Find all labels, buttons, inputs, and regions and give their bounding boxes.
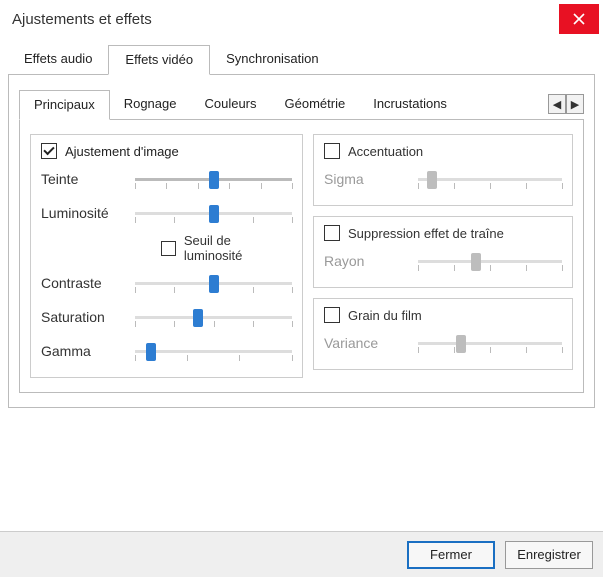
sharpen-checkbox[interactable] (324, 143, 340, 159)
outer-tab-strip: Effets audio Effets vidéo Synchronisatio… (8, 44, 595, 75)
sigma-slider[interactable] (418, 169, 562, 189)
chevron-right-icon: ▶ (571, 98, 579, 111)
save-button[interactable]: Enregistrer (505, 541, 593, 569)
grain-label: Grain du film (348, 308, 422, 323)
image-adjust-checkbox[interactable] (41, 143, 57, 159)
image-adjust-group: Ajustement d'image Teinte Luminosité (30, 134, 303, 378)
brightness-label: Luminosité (41, 205, 125, 221)
brightness-threshold-checkbox[interactable] (161, 241, 176, 256)
image-adjust-label: Ajustement d'image (65, 144, 179, 159)
subtab-crop[interactable]: Rognage (110, 90, 191, 120)
brightness-slider[interactable] (135, 203, 292, 223)
dialog-title: Ajustements et effets (12, 11, 152, 28)
close-icon (573, 13, 585, 25)
subtab-geometry[interactable]: Géométrie (271, 90, 360, 120)
variance-label: Variance (324, 335, 408, 351)
tab-scroll-left-button[interactable]: ◀ (548, 94, 566, 114)
grain-checkbox[interactable] (324, 307, 340, 323)
banding-label: Suppression effet de traîne (348, 226, 504, 241)
close-dialog-button[interactable]: Fermer (407, 541, 495, 569)
sharpen-label: Accentuation (348, 144, 423, 159)
variance-slider[interactable] (418, 333, 562, 353)
close-button[interactable] (559, 4, 599, 34)
tab-synchronization[interactable]: Synchronisation (210, 45, 335, 75)
dialog-footer: Fermer Enregistrer (0, 531, 603, 577)
gamma-slider[interactable] (135, 341, 292, 361)
subtab-colors[interactable]: Couleurs (190, 90, 270, 120)
subtab-main[interactable]: Principaux (19, 90, 110, 120)
inner-tab-strip: Principaux Rognage Couleurs Géométrie In… (19, 89, 548, 119)
sigma-label: Sigma (324, 171, 408, 187)
radius-label: Rayon (324, 253, 408, 269)
hue-label: Teinte (41, 171, 125, 187)
contrast-slider[interactable] (135, 273, 292, 293)
radius-slider[interactable] (418, 251, 562, 271)
tab-audio-effects[interactable]: Effets audio (8, 45, 108, 75)
grain-group: Grain du film Variance (313, 298, 573, 370)
saturation-label: Saturation (41, 309, 125, 325)
hue-slider[interactable] (135, 169, 292, 189)
gamma-label: Gamma (41, 343, 125, 359)
banding-group: Suppression effet de traîne Rayon (313, 216, 573, 288)
saturation-slider[interactable] (135, 307, 292, 327)
sharpen-group: Accentuation Sigma (313, 134, 573, 206)
tab-video-effects[interactable]: Effets vidéo (108, 45, 210, 75)
brightness-threshold-label: Seuil de luminosité (184, 233, 292, 263)
chevron-left-icon: ◀ (553, 98, 561, 111)
banding-checkbox[interactable] (324, 225, 340, 241)
subtab-overlays[interactable]: Incrustations (359, 90, 461, 120)
tab-scroll-right-button[interactable]: ▶ (566, 94, 584, 114)
contrast-label: Contraste (41, 275, 125, 291)
